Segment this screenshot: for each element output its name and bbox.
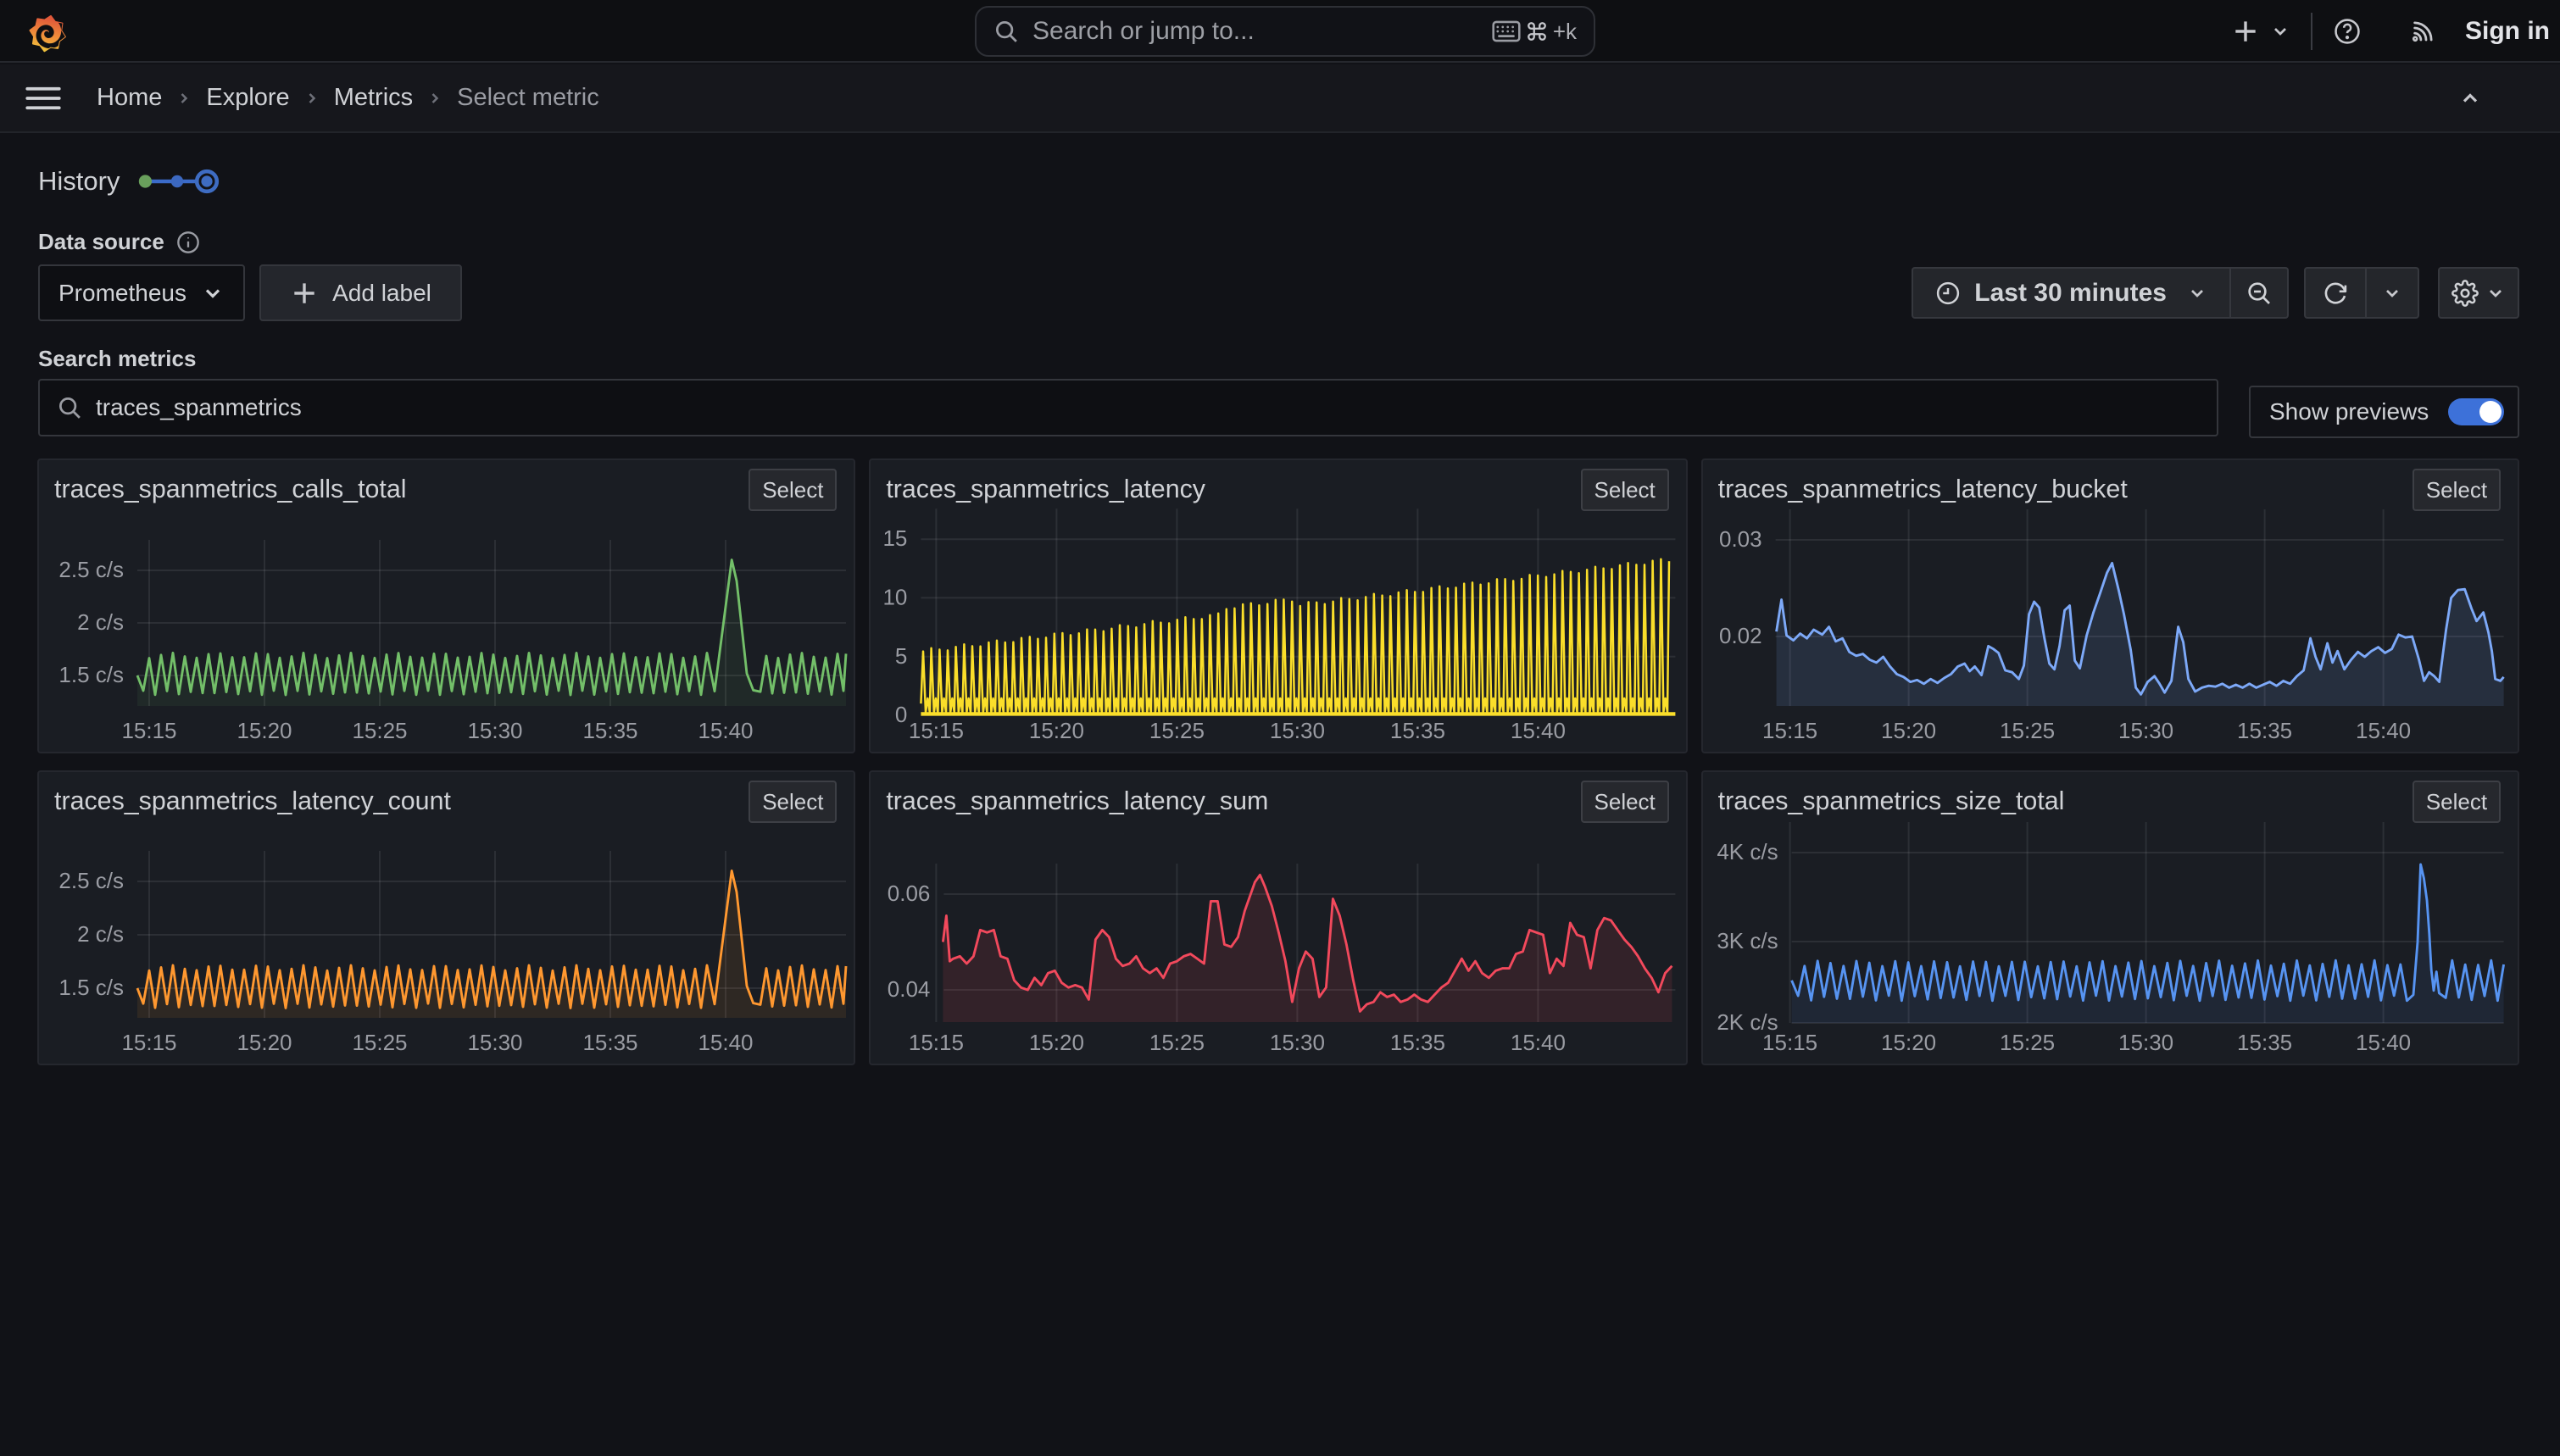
svg-text:15:40: 15:40	[1511, 1030, 1566, 1055]
svg-text:0: 0	[895, 702, 907, 727]
svg-text:4K c/s: 4K c/s	[1717, 839, 1778, 864]
svg-text:15:15: 15:15	[1762, 1030, 1817, 1055]
svg-text:2 c/s: 2 c/s	[77, 921, 124, 947]
svg-text:0.06: 0.06	[888, 881, 931, 906]
svg-text:15:35: 15:35	[582, 1030, 637, 1055]
svg-text:2 c/s: 2 c/s	[77, 609, 124, 635]
svg-text:15:35: 15:35	[1390, 718, 1445, 743]
svg-text:15:30: 15:30	[2118, 1030, 2173, 1055]
svg-text:15:20: 15:20	[1881, 1030, 1936, 1055]
svg-text:15:35: 15:35	[582, 718, 637, 743]
svg-text:15:20: 15:20	[1029, 718, 1084, 743]
svg-text:15:35: 15:35	[1390, 1030, 1445, 1055]
svg-text:15:30: 15:30	[467, 1030, 522, 1055]
svg-text:15: 15	[883, 525, 908, 551]
svg-text:15:20: 15:20	[237, 718, 292, 743]
svg-text:1.5 c/s: 1.5 c/s	[58, 975, 124, 1000]
svg-text:15:15: 15:15	[1762, 718, 1817, 743]
svg-text:15:25: 15:25	[2000, 1030, 2055, 1055]
svg-text:10: 10	[883, 584, 908, 609]
svg-text:2.5 c/s: 2.5 c/s	[58, 868, 124, 893]
svg-text:15:30: 15:30	[1270, 718, 1325, 743]
svg-text:15:25: 15:25	[1149, 718, 1205, 743]
svg-text:15:40: 15:40	[698, 1030, 753, 1055]
svg-text:15:30: 15:30	[467, 718, 522, 743]
svg-text:15:15: 15:15	[909, 1030, 964, 1055]
svg-text:15:30: 15:30	[2118, 718, 2173, 743]
svg-text:15:40: 15:40	[1511, 718, 1566, 743]
svg-text:1.5 c/s: 1.5 c/s	[58, 662, 124, 687]
svg-text:15:40: 15:40	[2356, 718, 2411, 743]
svg-text:0.04: 0.04	[888, 976, 931, 1002]
svg-text:15:15: 15:15	[121, 1030, 176, 1055]
svg-text:15:20: 15:20	[237, 1030, 292, 1055]
svg-text:15:15: 15:15	[909, 718, 964, 743]
svg-text:15:35: 15:35	[2237, 718, 2292, 743]
svg-text:15:35: 15:35	[2237, 1030, 2292, 1055]
svg-text:2.5 c/s: 2.5 c/s	[58, 557, 124, 582]
svg-text:0.02: 0.02	[1719, 623, 1762, 648]
svg-text:3K c/s: 3K c/s	[1717, 928, 1778, 953]
svg-text:15:25: 15:25	[352, 1030, 407, 1055]
svg-text:15:20: 15:20	[1881, 718, 1936, 743]
svg-text:15:25: 15:25	[2000, 718, 2055, 743]
svg-text:15:20: 15:20	[1029, 1030, 1084, 1055]
svg-text:15:15: 15:15	[121, 718, 176, 743]
svg-text:15:30: 15:30	[1270, 1030, 1325, 1055]
svg-text:15:40: 15:40	[698, 718, 753, 743]
svg-text:0.03: 0.03	[1719, 526, 1762, 552]
svg-text:15:25: 15:25	[352, 718, 407, 743]
svg-text:15:40: 15:40	[2356, 1030, 2411, 1055]
svg-text:5: 5	[895, 643, 907, 669]
svg-text:15:25: 15:25	[1149, 1030, 1205, 1055]
